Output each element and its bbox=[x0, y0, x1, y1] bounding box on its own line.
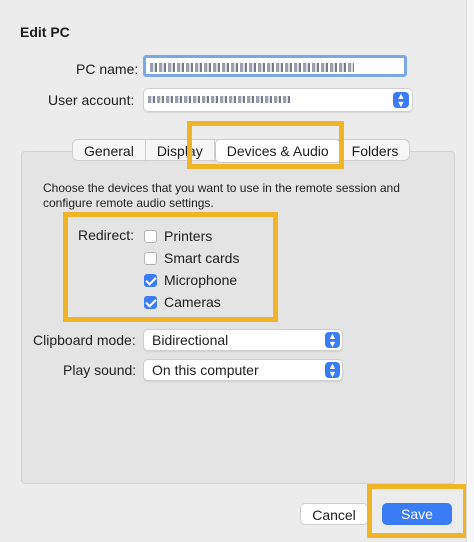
tab-devices-audio[interactable]: Devices & Audio bbox=[214, 139, 341, 163]
user-account-select[interactable]: ▲ ▼ bbox=[143, 88, 413, 112]
save-button[interactable]: Save bbox=[382, 503, 452, 525]
chevron-up-down-icon: ▲ ▼ bbox=[393, 92, 409, 109]
microphone-checkbox-row[interactable]: Microphone bbox=[144, 272, 237, 288]
printers-label: Printers bbox=[164, 228, 213, 244]
pc-name-input[interactable] bbox=[143, 55, 407, 77]
chevron-up-down-icon: ▲ ▼ bbox=[325, 332, 340, 349]
play-sound-value: On this computer bbox=[152, 362, 259, 378]
clipboard-mode-label: Clipboard mode: bbox=[33, 332, 136, 348]
printers-checkbox-row[interactable]: Printers bbox=[144, 228, 212, 244]
microphone-checkbox[interactable] bbox=[144, 273, 157, 287]
clipboard-mode-value: Bidirectional bbox=[152, 332, 229, 348]
edit-pc-dialog: Edit PC PC name: User account: ▲ ▼ Genera… bbox=[0, 0, 474, 542]
cameras-label: Cameras bbox=[164, 294, 221, 310]
tab-folders[interactable]: Folders bbox=[341, 140, 410, 162]
pc-name-value-redacted bbox=[150, 63, 354, 72]
cameras-checkbox[interactable] bbox=[144, 295, 157, 309]
devices-description: Choose the devices that you want to use … bbox=[43, 181, 400, 210]
user-account-label: User account: bbox=[48, 92, 135, 108]
printers-checkbox[interactable] bbox=[144, 229, 157, 243]
tab-bar: General Display Devices & Audio Folders bbox=[72, 139, 411, 163]
chevron-up-down-icon: ▲ ▼ bbox=[325, 362, 340, 379]
tab-general[interactable]: General bbox=[73, 140, 146, 162]
cancel-button[interactable]: Cancel bbox=[300, 503, 368, 525]
pc-name-label: PC name: bbox=[76, 61, 139, 77]
cameras-checkbox-row[interactable]: Cameras bbox=[144, 294, 221, 310]
microphone-label: Microphone bbox=[164, 272, 238, 288]
window-edge bbox=[466, 0, 474, 542]
play-sound-select[interactable]: On this computer ▲ ▼ bbox=[143, 359, 343, 381]
redirect-label: Redirect: bbox=[78, 227, 135, 243]
smart-cards-checkbox-row[interactable]: Smart cards bbox=[144, 250, 239, 266]
user-account-value-redacted bbox=[148, 96, 292, 103]
smart-cards-label: Smart cards bbox=[164, 250, 240, 266]
dialog-title: Edit PC bbox=[20, 24, 70, 40]
tab-display[interactable]: Display bbox=[146, 140, 215, 162]
play-sound-label: Play sound: bbox=[63, 362, 137, 378]
smart-cards-checkbox[interactable] bbox=[144, 251, 157, 265]
clipboard-mode-select[interactable]: Bidirectional ▲ ▼ bbox=[143, 329, 343, 351]
